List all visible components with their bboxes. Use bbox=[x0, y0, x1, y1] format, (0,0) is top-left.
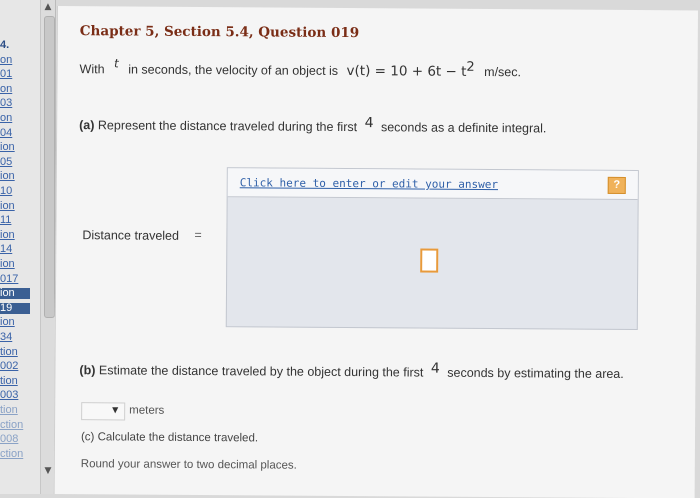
nav-item[interactable]: ction bbox=[0, 448, 30, 460]
scroll-up-icon[interactable]: ▲ bbox=[41, 2, 55, 14]
nav-item[interactable]: 14 bbox=[0, 244, 30, 255]
part-c-prompt: (c) Calculate the distance traveled. bbox=[81, 431, 258, 444]
dropdown-arrow-icon[interactable]: ▼ bbox=[112, 405, 118, 414]
question-panel: Chapter 5, Section 5.4, Question 019 Wit… bbox=[53, 6, 698, 498]
answer-header: Click here to enter or edit your answer … bbox=[227, 168, 638, 201]
nav-item[interactable]: ion bbox=[0, 288, 30, 300]
part-a-prompt: (a) Represent the distance traveled duri… bbox=[79, 113, 546, 135]
nav-item[interactable]: ion bbox=[0, 259, 30, 270]
nav-item[interactable]: ion bbox=[0, 142, 30, 153]
nav-item[interactable]: tion bbox=[0, 405, 30, 416]
nav-item[interactable]: ion bbox=[0, 200, 30, 212]
part-a-number: 4 bbox=[364, 115, 374, 132]
nav-item[interactable]: 10 bbox=[0, 186, 30, 197]
nav-item[interactable]: 01 bbox=[0, 69, 30, 80]
page-title: Chapter 5, Section 5.4, Question 019 bbox=[79, 23, 360, 42]
nav-item[interactable]: ion bbox=[0, 229, 30, 241]
meters-units: meters bbox=[129, 404, 165, 417]
part-b-number: 4 bbox=[430, 360, 440, 377]
part-a-text-after: seconds as a definite integral. bbox=[380, 120, 547, 136]
nav-item[interactable]: 11 bbox=[0, 215, 30, 226]
nav-item[interactable]: 008 bbox=[0, 434, 30, 445]
nav-item[interactable]: tion bbox=[0, 346, 30, 358]
answer-slot[interactable] bbox=[420, 248, 439, 273]
velocity-exponent: 2 bbox=[466, 59, 475, 75]
estimate-dropdown[interactable]: ▼ bbox=[81, 402, 126, 421]
nav-item[interactable]: 34 bbox=[0, 332, 30, 343]
nav-item[interactable]: 19 bbox=[0, 302, 30, 314]
part-b-text-before: Estimate the distance traveled by the ob… bbox=[98, 363, 424, 380]
question-nav: 4. on 01 on 03 on 04 ion 05 ion 10 ion 11 ion 14 ion 017… bbox=[0, 0, 41, 494]
equals-sign: = bbox=[194, 227, 202, 243]
nav-item[interactable]: tion bbox=[0, 375, 30, 387]
part-c-text: Calculate the distance traveled. bbox=[97, 431, 259, 445]
scroll-thumb[interactable] bbox=[44, 16, 55, 318]
distance-traveled-label: Distance traveled bbox=[82, 228, 180, 243]
nav-item: 4. bbox=[0, 39, 10, 51]
question-stem: With t in seconds, the velocity of an ob… bbox=[80, 56, 522, 80]
nav-item[interactable]: 002 bbox=[0, 361, 30, 372]
nav-item[interactable]: on bbox=[0, 83, 30, 95]
part-c-label: (c) bbox=[80, 431, 95, 444]
part-b-prompt: (b) Estimate the distance traveled by th… bbox=[79, 358, 623, 381]
edit-answer-link[interactable]: Click here to enter or edit your answer bbox=[240, 176, 498, 191]
answer-input-area[interactable]: Click here to enter or edit your answer … bbox=[225, 167, 639, 331]
part-c-instruction: Round your answer to two decimal places. bbox=[80, 458, 297, 472]
part-a-text-before: Represent the distance traveled during t… bbox=[97, 118, 358, 135]
nav-item[interactable]: 03 bbox=[0, 98, 30, 109]
velocity-units: m/sec. bbox=[484, 64, 522, 80]
stem-rest: in seconds, the velocity of an object is bbox=[128, 62, 339, 78]
stem-with: With bbox=[79, 62, 105, 77]
nav-item[interactable]: 04 bbox=[0, 127, 30, 139]
nav-item[interactable]: ion bbox=[0, 171, 30, 182]
help-icon[interactable]: ? bbox=[607, 176, 626, 194]
stem-var-t: t bbox=[114, 56, 119, 71]
velocity-expression: v(t) = 10 + 6t − t bbox=[346, 63, 467, 80]
nav-item[interactable]: ion bbox=[0, 317, 30, 328]
part-b-label: (b) bbox=[79, 363, 96, 378]
nav-item[interactable]: 003 bbox=[0, 390, 30, 401]
nav-item[interactable]: 05 bbox=[0, 156, 30, 168]
nav-item[interactable]: on bbox=[0, 113, 30, 124]
nav-item[interactable]: on bbox=[0, 54, 30, 66]
nav-item[interactable]: 017 bbox=[0, 273, 30, 285]
nav-item[interactable]: ction bbox=[0, 419, 30, 431]
part-a-label: (a) bbox=[79, 118, 95, 133]
part-b-text-after: seconds by estimating the area. bbox=[447, 365, 624, 381]
